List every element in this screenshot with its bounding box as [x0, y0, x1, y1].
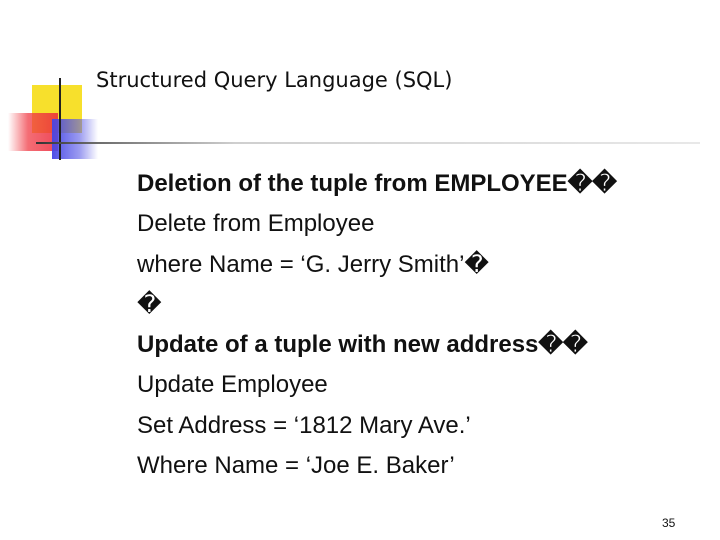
decorative-vertical-line	[59, 78, 61, 160]
page-number: 35	[662, 516, 676, 530]
slide-title: Structured Query Language (SQL)	[96, 68, 453, 92]
body-line-update-set: Set Address = ‘1812 Mary Ave.’	[137, 411, 471, 439]
body-line-blank: �	[137, 290, 162, 318]
body-line-delete-statement: Delete from Employee	[137, 210, 375, 238]
body-line-delete-where: where Name = ‘G. Jerry Smith’�	[137, 250, 490, 278]
slide-body: Deletion of the tuple from EMPLOYEE�� De…	[137, 164, 617, 486]
body-line-update-where: Where Name = ‘Joe E. Baker’	[137, 452, 455, 480]
body-line-update-statement: Update Employee	[137, 371, 328, 399]
title-divider-line	[36, 142, 700, 144]
slide: Structured Query Language (SQL) Deletion…	[0, 0, 720, 540]
decorative-red-bar	[8, 113, 58, 151]
body-line-deletion-heading: Deletion of the tuple from EMPLOYEE��	[137, 170, 617, 197]
body-line-update-heading: Update of a tuple with new address��	[137, 331, 588, 359]
